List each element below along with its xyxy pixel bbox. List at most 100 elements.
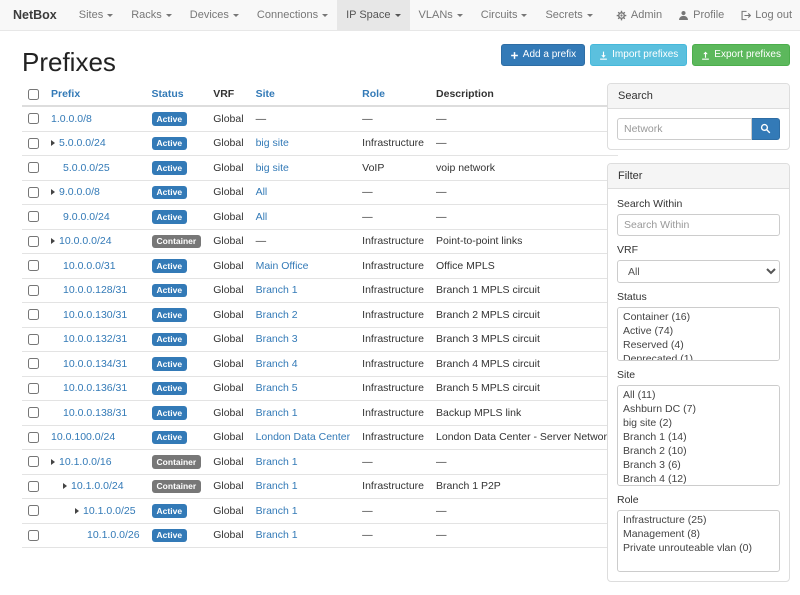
prefix-link[interactable]: 1.0.0.0/8 xyxy=(51,113,92,125)
select-all-checkbox[interactable] xyxy=(28,89,39,100)
prefix-link[interactable]: 10.0.100.0/24 xyxy=(51,431,115,443)
site-link[interactable]: big site xyxy=(256,137,289,149)
site-link[interactable]: Branch 2 xyxy=(256,309,298,321)
prefix-link[interactable]: 9.0.0.0/8 xyxy=(59,186,100,198)
row-checkbox[interactable] xyxy=(28,309,39,320)
site-filter-select[interactable]: All (11)Ashburn DC (7)big site (2)Branch… xyxy=(617,385,780,486)
filter-option[interactable]: All (11) xyxy=(620,388,777,402)
filter-option[interactable]: Active (74) xyxy=(620,324,777,338)
row-checkbox[interactable] xyxy=(28,358,39,369)
sort-link[interactable]: Site xyxy=(256,88,275,100)
nav-item-connections[interactable]: Connections xyxy=(248,0,337,30)
prefix-link[interactable]: 10.0.0.134/31 xyxy=(63,358,127,370)
site-link[interactable]: Branch 1 xyxy=(256,407,298,419)
site-link[interactable]: Branch 1 xyxy=(256,456,298,468)
column-header-site[interactable]: Site xyxy=(250,83,357,106)
row-checkbox[interactable] xyxy=(28,383,39,394)
site-link[interactable]: Branch 1 xyxy=(256,529,298,541)
filter-option[interactable]: Branch 4 (12) xyxy=(620,472,777,486)
expand-toggle-icon[interactable] xyxy=(51,189,55,195)
sort-link[interactable]: Prefix xyxy=(51,88,80,100)
row-checkbox[interactable] xyxy=(28,236,39,247)
site-link[interactable]: London Data Center xyxy=(256,431,351,443)
column-header-prefix[interactable]: Prefix xyxy=(45,83,146,106)
search-input[interactable] xyxy=(617,118,752,140)
row-checkbox[interactable] xyxy=(28,456,39,467)
role-filter-select[interactable]: Infrastructure (25)Management (8)Private… xyxy=(617,510,780,572)
site-link[interactable]: big site xyxy=(256,162,289,174)
prefix-link[interactable]: 5.0.0.0/24 xyxy=(59,137,106,149)
nav-item-profile[interactable]: Profile xyxy=(670,0,732,30)
nav-item-vlans[interactable]: VLANs xyxy=(410,0,472,30)
site-link[interactable]: Branch 3 xyxy=(256,333,298,345)
expand-toggle-icon[interactable] xyxy=(51,238,55,244)
filter-option[interactable]: Deprecated (1) xyxy=(620,352,777,361)
row-checkbox[interactable] xyxy=(28,481,39,492)
prefix-link[interactable]: 10.0.0.130/31 xyxy=(63,309,127,321)
filter-option[interactable]: Private unrouteable vlan (0) xyxy=(620,541,777,555)
site-link[interactable]: Branch 5 xyxy=(256,382,298,394)
filter-option[interactable]: Branch 3 (6) xyxy=(620,458,777,472)
prefix-link[interactable]: 10.0.0.0/24 xyxy=(59,235,112,247)
site-link[interactable]: All xyxy=(256,211,268,223)
prefix-link[interactable]: 5.0.0.0/25 xyxy=(63,162,110,174)
vrf-select[interactable]: All xyxy=(617,260,780,283)
filter-option[interactable]: Branch 1 (14) xyxy=(620,430,777,444)
row-checkbox[interactable] xyxy=(28,334,39,345)
row-checkbox[interactable] xyxy=(28,162,39,173)
sort-link[interactable]: Role xyxy=(362,88,385,100)
nav-item-devices[interactable]: Devices xyxy=(181,0,248,30)
add-prefix-button[interactable]: Add a prefix xyxy=(501,44,585,66)
nav-item-sites[interactable]: Sites xyxy=(70,0,122,30)
site-link[interactable]: Main Office xyxy=(256,260,309,272)
search-button[interactable] xyxy=(752,118,780,140)
column-header-status[interactable]: Status xyxy=(146,83,208,106)
nav-item-secrets[interactable]: Secrets xyxy=(536,0,601,30)
expand-toggle-icon[interactable] xyxy=(63,483,67,489)
prefix-link[interactable]: 10.0.0.136/31 xyxy=(63,382,127,394)
filter-option[interactable]: Ashburn DC (7) xyxy=(620,402,777,416)
prefix-link[interactable]: 10.0.0.128/31 xyxy=(63,284,127,296)
expand-toggle-icon[interactable] xyxy=(51,140,55,146)
filter-option[interactable]: Management (8) xyxy=(620,527,777,541)
nav-item-racks[interactable]: Racks xyxy=(122,0,181,30)
chevron-down-icon xyxy=(233,14,239,20)
site-link[interactable]: All xyxy=(256,186,268,198)
row-checkbox[interactable] xyxy=(28,285,39,296)
row-checkbox[interactable] xyxy=(28,187,39,198)
export-prefixes-button[interactable]: Export prefixes xyxy=(692,44,790,66)
site-link[interactable]: Branch 1 xyxy=(256,480,298,492)
expand-toggle-icon[interactable] xyxy=(51,459,55,465)
site-link[interactable]: Branch 4 xyxy=(256,358,298,370)
sort-link[interactable]: Status xyxy=(152,88,184,100)
import-prefixes-button[interactable]: Import prefixes xyxy=(590,44,687,66)
filter-option[interactable]: Container (16) xyxy=(620,310,777,324)
app-brand[interactable]: NetBox xyxy=(0,0,70,30)
filter-option[interactable]: big site (2) xyxy=(620,416,777,430)
nav-item-log-out[interactable]: Log out xyxy=(732,0,800,30)
row-checkbox[interactable] xyxy=(28,432,39,443)
row-checkbox[interactable] xyxy=(28,530,39,541)
status-filter-select[interactable]: Container (16)Active (74)Reserved (4)Dep… xyxy=(617,307,780,361)
prefix-link[interactable]: 10.0.0.0/31 xyxy=(63,260,116,272)
prefix-link[interactable]: 10.1.0.0/24 xyxy=(71,480,124,492)
column-header-role[interactable]: Role xyxy=(356,83,430,106)
filter-option[interactable]: Branch 2 (10) xyxy=(620,444,777,458)
nav-item-circuits[interactable]: Circuits xyxy=(472,0,537,30)
row-checkbox[interactable] xyxy=(28,113,39,124)
search-within-input[interactable] xyxy=(617,214,780,236)
row-checkbox[interactable] xyxy=(28,260,39,271)
prefix-link[interactable]: 9.0.0.0/24 xyxy=(63,211,110,223)
prefix-link[interactable]: 10.1.0.0/26 xyxy=(87,529,140,541)
site-link[interactable]: Branch 1 xyxy=(256,284,298,296)
row-checkbox[interactable] xyxy=(28,211,39,222)
row-checkbox[interactable] xyxy=(28,407,39,418)
filter-option[interactable]: Infrastructure (25) xyxy=(620,513,777,527)
nav-item-ip-space[interactable]: IP Space xyxy=(337,0,409,30)
filter-option[interactable]: Reserved (4) xyxy=(620,338,777,352)
nav-item-admin[interactable]: Admin xyxy=(608,0,670,30)
prefix-link[interactable]: 10.1.0.0/16 xyxy=(59,456,112,468)
prefix-link[interactable]: 10.0.0.132/31 xyxy=(63,333,127,345)
prefix-link[interactable]: 10.0.0.138/31 xyxy=(63,407,127,419)
row-checkbox[interactable] xyxy=(28,138,39,149)
